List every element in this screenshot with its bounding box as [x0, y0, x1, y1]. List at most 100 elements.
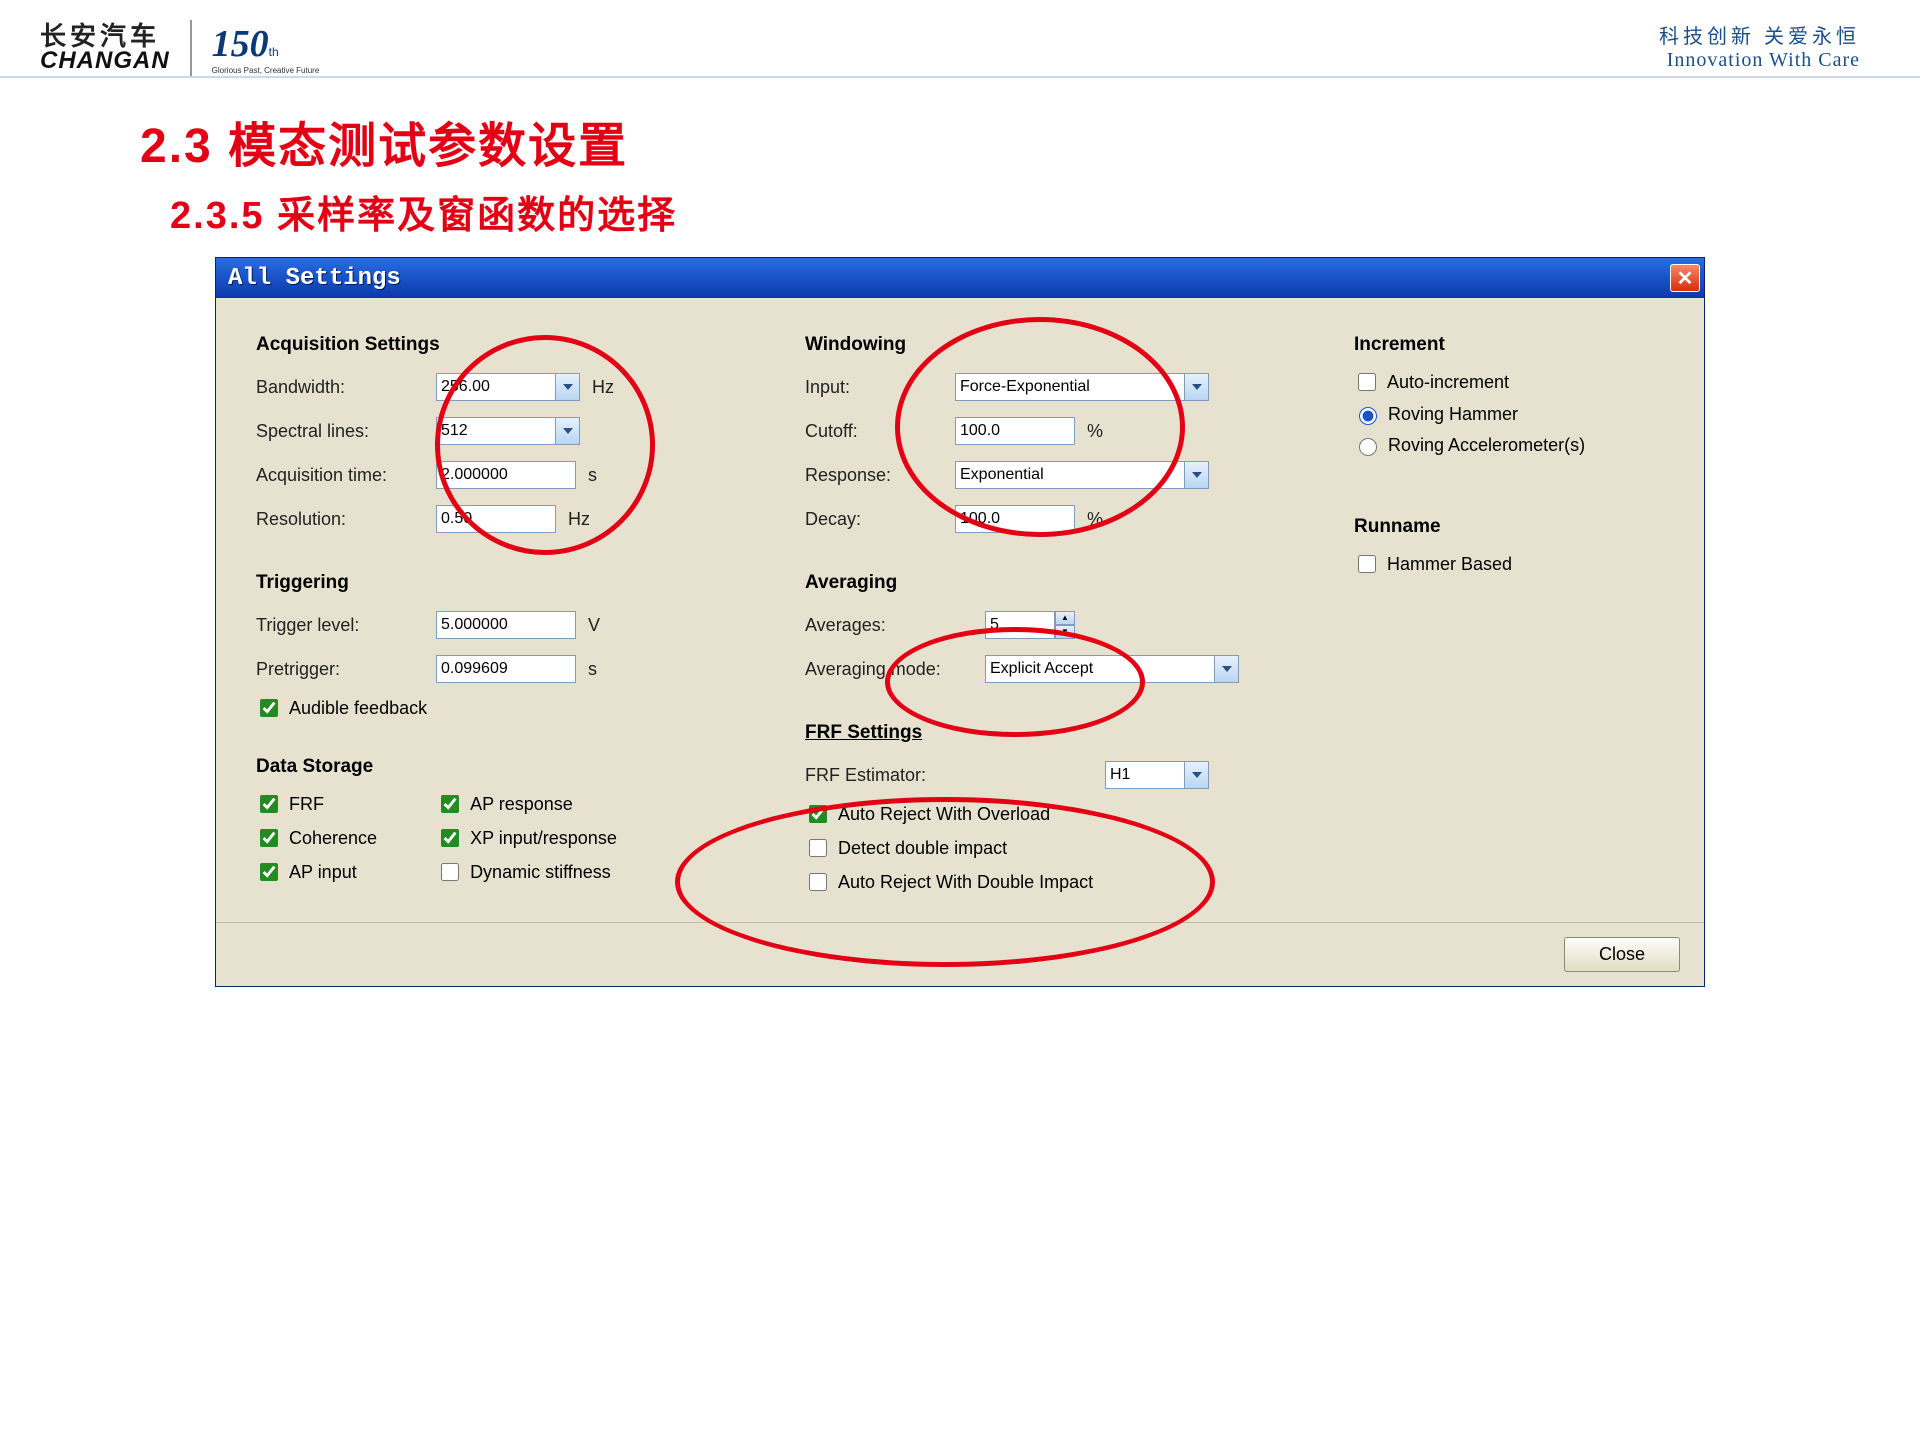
response-label: Response:	[805, 465, 955, 486]
frfest-dropdown-icon[interactable]	[1185, 761, 1209, 789]
decay-label: Decay:	[805, 509, 955, 530]
roving-hammer-radio[interactable]	[1359, 407, 1377, 425]
increment-group: Increment Auto-increment Roving Hammer R…	[1354, 334, 1664, 456]
acqtime-label: Acquisition time:	[256, 465, 436, 486]
roving-hammer-label: Roving Hammer	[1388, 404, 1518, 425]
dynstiff-label: Dynamic stiffness	[470, 862, 611, 883]
resolution-unit: Hz	[568, 509, 594, 530]
trigger-level-input[interactable]	[436, 611, 576, 639]
resolution-label: Resolution:	[256, 509, 436, 530]
slide-header: 长安汽车 CHANGAN 150th Glorious Past, Creati…	[0, 0, 1920, 78]
ddi-checkbox[interactable]	[809, 839, 827, 857]
ardi-checkbox[interactable]	[809, 873, 827, 891]
roving-accel-label: Roving Accelerometer(s)	[1388, 435, 1585, 456]
response-dropdown-icon[interactable]	[1185, 461, 1209, 489]
dialog-title: All Settings	[228, 265, 401, 292]
decay-input[interactable]	[955, 505, 1075, 533]
slogan: 科技创新 关爱永恒 Innovation With Care	[1659, 20, 1860, 72]
logo-cn-text: 长安汽车	[40, 23, 170, 49]
response-select[interactable]	[955, 461, 1185, 489]
slogan-en: Innovation With Care	[1659, 49, 1860, 72]
autoinc-checkbox[interactable]	[1358, 373, 1376, 391]
xp-label: XP input/response	[470, 828, 617, 849]
audible-feedback-checkbox[interactable]	[260, 699, 278, 717]
resolution-input[interactable]	[436, 505, 556, 533]
increment-heading: Increment	[1354, 334, 1664, 356]
logo-150: 150	[212, 23, 269, 65]
slogan-cn: 科技创新 关爱永恒	[1659, 20, 1860, 49]
bandwidth-unit: Hz	[592, 377, 618, 398]
dynstiff-checkbox[interactable]	[441, 863, 459, 881]
averages-input[interactable]	[985, 611, 1055, 639]
apresp-checkbox[interactable]	[441, 795, 459, 813]
close-icon[interactable]: ✕	[1670, 264, 1700, 292]
trig-heading: Triggering	[256, 572, 775, 594]
avgmode-dropdown-icon[interactable]	[1215, 655, 1239, 683]
apinput-label: AP input	[289, 862, 357, 883]
autoinc-label: Auto-increment	[1387, 372, 1509, 393]
win-input-select[interactable]	[955, 373, 1185, 401]
decay-unit: %	[1087, 509, 1113, 530]
storage-heading: Data Storage	[256, 756, 775, 778]
arej-label: Auto Reject With Overload	[838, 804, 1050, 825]
arej-checkbox[interactable]	[809, 805, 827, 823]
hammer-based-checkbox[interactable]	[1358, 555, 1376, 573]
logo-left: 长安汽车 CHANGAN 150th Glorious Past, Creati…	[40, 20, 319, 76]
close-button[interactable]: Close	[1564, 937, 1680, 972]
acqtime-input[interactable]	[436, 461, 576, 489]
logo-sub: Glorious Past, Creative Future	[212, 66, 320, 75]
windowing-group: Windowing Input: Cutoff:	[805, 334, 1324, 536]
acquisition-settings-group: Acquisition Settings Bandwidth: Hz Spec	[256, 334, 775, 536]
slide-title: 2.3 模态测试参数设置	[140, 106, 1920, 176]
pretrigger-input[interactable]	[436, 655, 576, 683]
ddi-label: Detect double impact	[838, 838, 1007, 859]
roving-accel-radio[interactable]	[1359, 438, 1377, 456]
coherence-checkbox[interactable]	[260, 829, 278, 847]
frf-label: FRF	[289, 794, 324, 815]
avgmode-select[interactable]	[985, 655, 1215, 683]
frf-checkbox[interactable]	[260, 795, 278, 813]
trigger-level-unit: V	[588, 615, 614, 636]
spectral-lines-input[interactable]	[436, 417, 556, 445]
windowing-heading: Windowing	[805, 334, 1324, 356]
win-input-dropdown-icon[interactable]	[1185, 373, 1209, 401]
coherence-label: Coherence	[289, 828, 377, 849]
frfest-select[interactable]	[1105, 761, 1185, 789]
audible-feedback-label: Audible feedback	[289, 698, 427, 719]
cutoff-input[interactable]	[955, 417, 1075, 445]
titlebar: All Settings ✕	[216, 258, 1704, 298]
spectral-dropdown-icon[interactable]	[556, 417, 580, 445]
averages-label: Averages:	[805, 615, 985, 636]
all-settings-dialog: All Settings ✕ Acquisition Settings Band…	[215, 257, 1705, 987]
frf-settings-group: FRF Settings FRF Estimator: Auto Reject …	[805, 722, 1324, 894]
runname-heading: Runname	[1354, 516, 1664, 538]
avgmode-label: Averaging mode:	[805, 659, 985, 680]
avg-heading: Averaging	[805, 572, 1324, 594]
averages-up-icon[interactable]: ▲	[1055, 611, 1075, 625]
logo-en-text: CHANGAN	[40, 49, 170, 73]
apinput-checkbox[interactable]	[260, 863, 278, 881]
pretrigger-unit: s	[588, 659, 614, 680]
hammer-based-label: Hammer Based	[1387, 554, 1512, 575]
bandwidth-dropdown-icon[interactable]	[556, 373, 580, 401]
apresp-label: AP response	[470, 794, 573, 815]
bandwidth-input[interactable]	[436, 373, 556, 401]
trigger-level-label: Trigger level:	[256, 615, 436, 636]
averages-down-icon[interactable]: ▼	[1055, 625, 1075, 639]
cutoff-unit: %	[1087, 421, 1113, 442]
dialog-footer: Close	[216, 922, 1704, 986]
bandwidth-label: Bandwidth:	[256, 377, 436, 398]
xp-checkbox[interactable]	[441, 829, 459, 847]
pretrigger-label: Pretrigger:	[256, 659, 436, 680]
frfset-heading: FRF Settings	[805, 722, 1324, 744]
triggering-group: Triggering Trigger level: V Pretrigger: …	[256, 572, 775, 720]
win-input-label: Input:	[805, 377, 955, 398]
acq-heading: Acquisition Settings	[256, 334, 775, 356]
slide-subtitle: 2.3.5 采样率及窗函数的选择	[170, 184, 1920, 239]
acqtime-unit: s	[588, 465, 614, 486]
ardi-label: Auto Reject With Double Impact	[838, 872, 1093, 893]
runname-group: Runname Hammer Based	[1354, 516, 1664, 576]
spectral-lines-label: Spectral lines:	[256, 421, 436, 442]
data-storage-group: Data Storage FRF Coherence AP input AP r…	[256, 756, 775, 894]
frfest-label: FRF Estimator:	[805, 765, 1105, 786]
